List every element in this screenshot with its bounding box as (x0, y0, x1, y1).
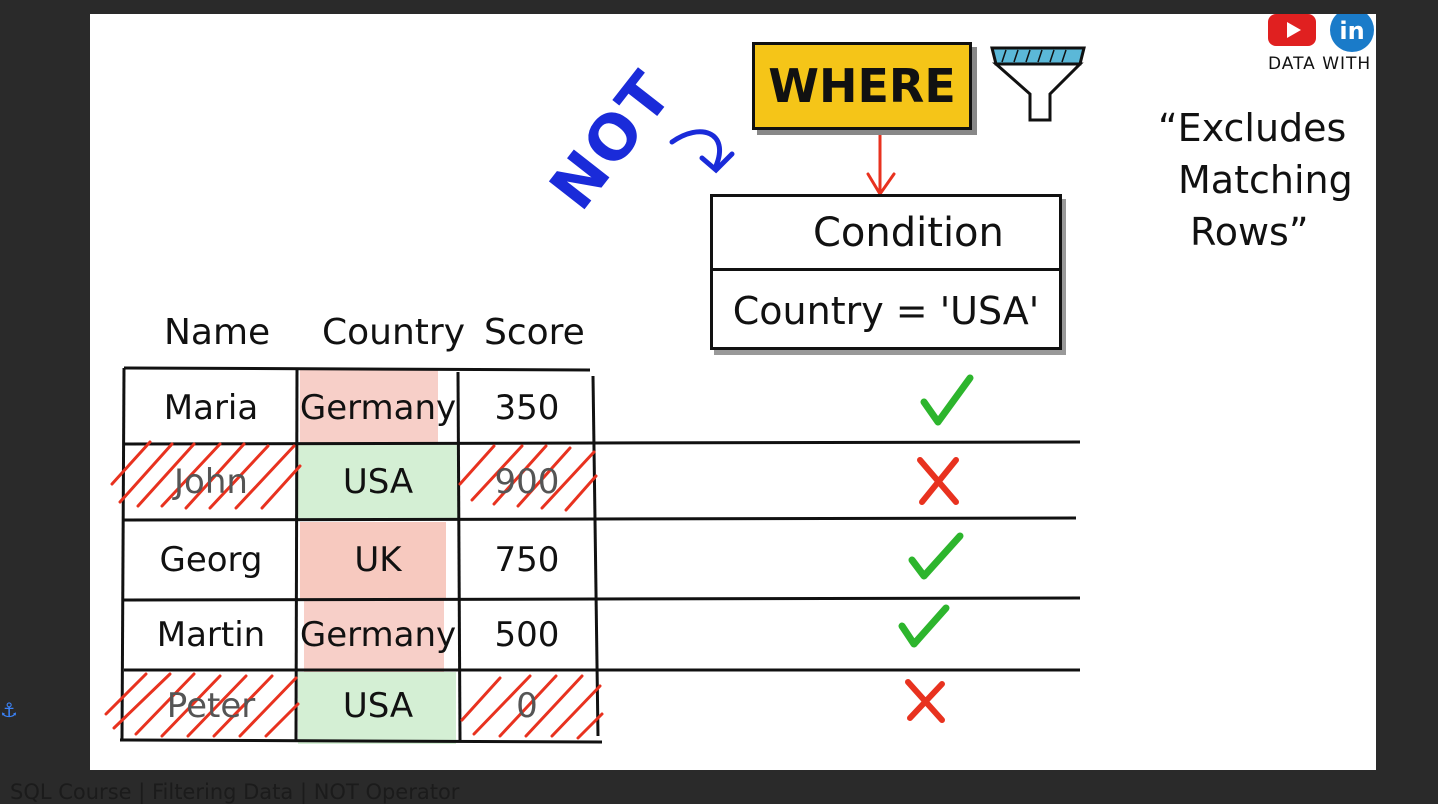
condition-box: Condition Country = 'USA' (710, 194, 1062, 350)
where-arrow (866, 122, 896, 197)
cell-country: Germany (299, 388, 457, 428)
cell-country: Germany (299, 615, 457, 655)
excludes-note-line2: Matching (1178, 158, 1353, 202)
brand-text: DATA WITH BARAA (1268, 54, 1376, 74)
slide-canvas: in WWW NOT WHERE Condition Country = 'US… (90, 14, 1376, 770)
not-arrow (669, 129, 735, 174)
anchor-icon[interactable]: ⚓ (0, 698, 18, 722)
youtube-icon (1268, 14, 1316, 46)
excludes-note: “Excludes Matching Rows” (1158, 102, 1376, 258)
cell-country: USA (342, 686, 414, 726)
cross-mark-peter (905, 679, 945, 723)
condition-header: Condition (713, 197, 1059, 271)
svg-text:in: in (1339, 17, 1364, 45)
cell-country: UK (354, 540, 402, 580)
check-mark-maria (920, 374, 974, 426)
header-name: Name (164, 312, 271, 353)
cell-name: Georg (159, 540, 263, 580)
video-caption: SQL Course | Filtering Data | NOT Operat… (10, 780, 460, 804)
check-mark-martin (898, 604, 950, 648)
check-mark-georg (908, 532, 964, 580)
header-score: Score (484, 312, 585, 353)
cross-mark-john (917, 457, 959, 505)
where-box: WHERE (752, 42, 972, 130)
cell-score: 900 (494, 462, 560, 502)
header-country: Country (322, 312, 466, 353)
condition-expression: Country = 'USA' (732, 288, 1040, 333)
cell-score: 350 (494, 388, 560, 428)
cell-country: USA (342, 462, 414, 502)
excludes-note-line1: “Excludes (1158, 106, 1347, 150)
cell-score: 500 (494, 615, 560, 655)
linkedin-icon: in (1330, 14, 1374, 52)
cell-name: Martin (156, 615, 266, 655)
funnel-icon (990, 46, 1086, 122)
cell-name: John (174, 462, 248, 502)
cell-name: Peter (166, 686, 256, 726)
excludes-note-line3: Rows” (1190, 210, 1309, 254)
cell-score: 0 (516, 686, 538, 726)
cell-name: Maria (163, 388, 259, 428)
cell-score: 750 (494, 540, 560, 580)
